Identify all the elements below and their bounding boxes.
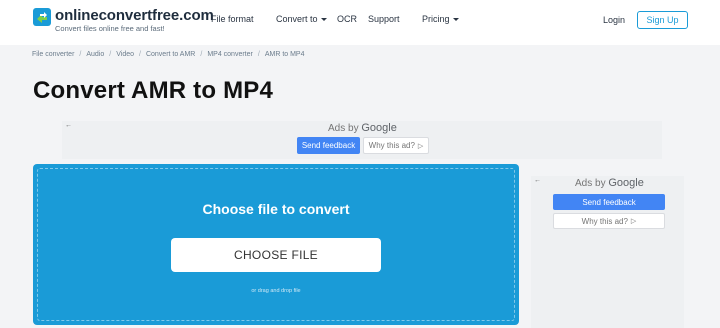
why-this-ad-button[interactable]: Why this ad? ▷ — [553, 213, 665, 229]
nav-label: OCR — [337, 14, 357, 24]
breadcrumb: File converter / Audio / Video / Convert… — [32, 51, 305, 58]
play-icon: ▷ — [417, 142, 424, 150]
ad-banner-top: ← Ads by Google Send feedback Why this a… — [62, 121, 662, 159]
nav-label: Pricing — [422, 14, 450, 24]
page-title: Convert AMR to MP4 — [33, 77, 274, 104]
ad-banner-side: ← Ads by Google Send feedback Why this a… — [531, 176, 684, 328]
google-text: Google — [608, 177, 644, 189]
upload-title: Choose file to convert — [202, 201, 350, 217]
login-link[interactable]: Login — [603, 15, 625, 25]
arrow-left-icon[interactable]: ← — [65, 122, 72, 129]
breadcrumb-separator: / — [109, 51, 112, 58]
breadcrumb-item[interactable]: Convert to AMR — [146, 51, 195, 58]
nav-item-ocr[interactable]: OCR — [337, 14, 357, 24]
chevron-down-icon — [320, 18, 327, 21]
ads-by-text: Ads by — [575, 178, 606, 189]
ads-by-google-label: Ads by Google — [575, 177, 644, 189]
drag-drop-hint: or drag and drop file — [251, 288, 301, 294]
google-text: Google — [361, 122, 397, 134]
brand-name: onlineconvertfree.com — [55, 7, 214, 24]
breadcrumb-separator: / — [200, 51, 203, 58]
play-icon: ▷ — [630, 218, 637, 225]
logo[interactable]: onlineconvertfree.com Convert files onli… — [33, 7, 214, 33]
nav-label: Support — [368, 14, 400, 24]
breadcrumb-item[interactable]: AMR to MP4 — [265, 51, 305, 58]
send-feedback-button[interactable]: Send feedback — [297, 137, 360, 154]
header: onlineconvertfree.com Convert files onli… — [0, 0, 720, 45]
ads-by-google-label: Ads by Google — [328, 122, 397, 134]
nav-item-file-format[interactable]: File format — [211, 14, 254, 24]
breadcrumb-item[interactable]: File converter — [32, 51, 74, 58]
breadcrumb-separator: / — [139, 51, 141, 58]
logo-icon — [33, 8, 51, 26]
breadcrumb-separator: / — [79, 51, 82, 58]
nav-item-support[interactable]: Support — [368, 14, 400, 24]
breadcrumb-item[interactable]: Audio — [86, 51, 104, 58]
why-this-ad-button[interactable]: Why this ad? ▷ — [363, 137, 429, 154]
chevron-down-icon — [452, 18, 459, 21]
signup-button[interactable]: Sign Up — [637, 11, 688, 29]
nav-item-pricing[interactable]: Pricing — [422, 14, 459, 24]
send-feedback-button[interactable]: Send feedback — [553, 194, 665, 210]
why-this-ad-label: Why this ad? — [368, 141, 415, 150]
why-this-ad-label: Why this ad? — [581, 216, 628, 226]
breadcrumb-item[interactable]: MP4 converter — [207, 51, 253, 58]
choose-file-button[interactable]: CHOOSE FILE — [171, 238, 381, 272]
breadcrumb-separator: / — [257, 51, 260, 58]
breadcrumb-item[interactable]: Video — [116, 51, 134, 58]
arrow-left-icon[interactable]: ← — [534, 177, 541, 184]
nav-label: File format — [211, 14, 254, 24]
brand-tagline: Convert files online free and fast! — [55, 24, 165, 33]
ads-by-text: Ads by — [328, 123, 359, 134]
nav-label: Convert to — [276, 14, 318, 24]
nav-item-convert-to[interactable]: Convert to — [276, 14, 327, 24]
